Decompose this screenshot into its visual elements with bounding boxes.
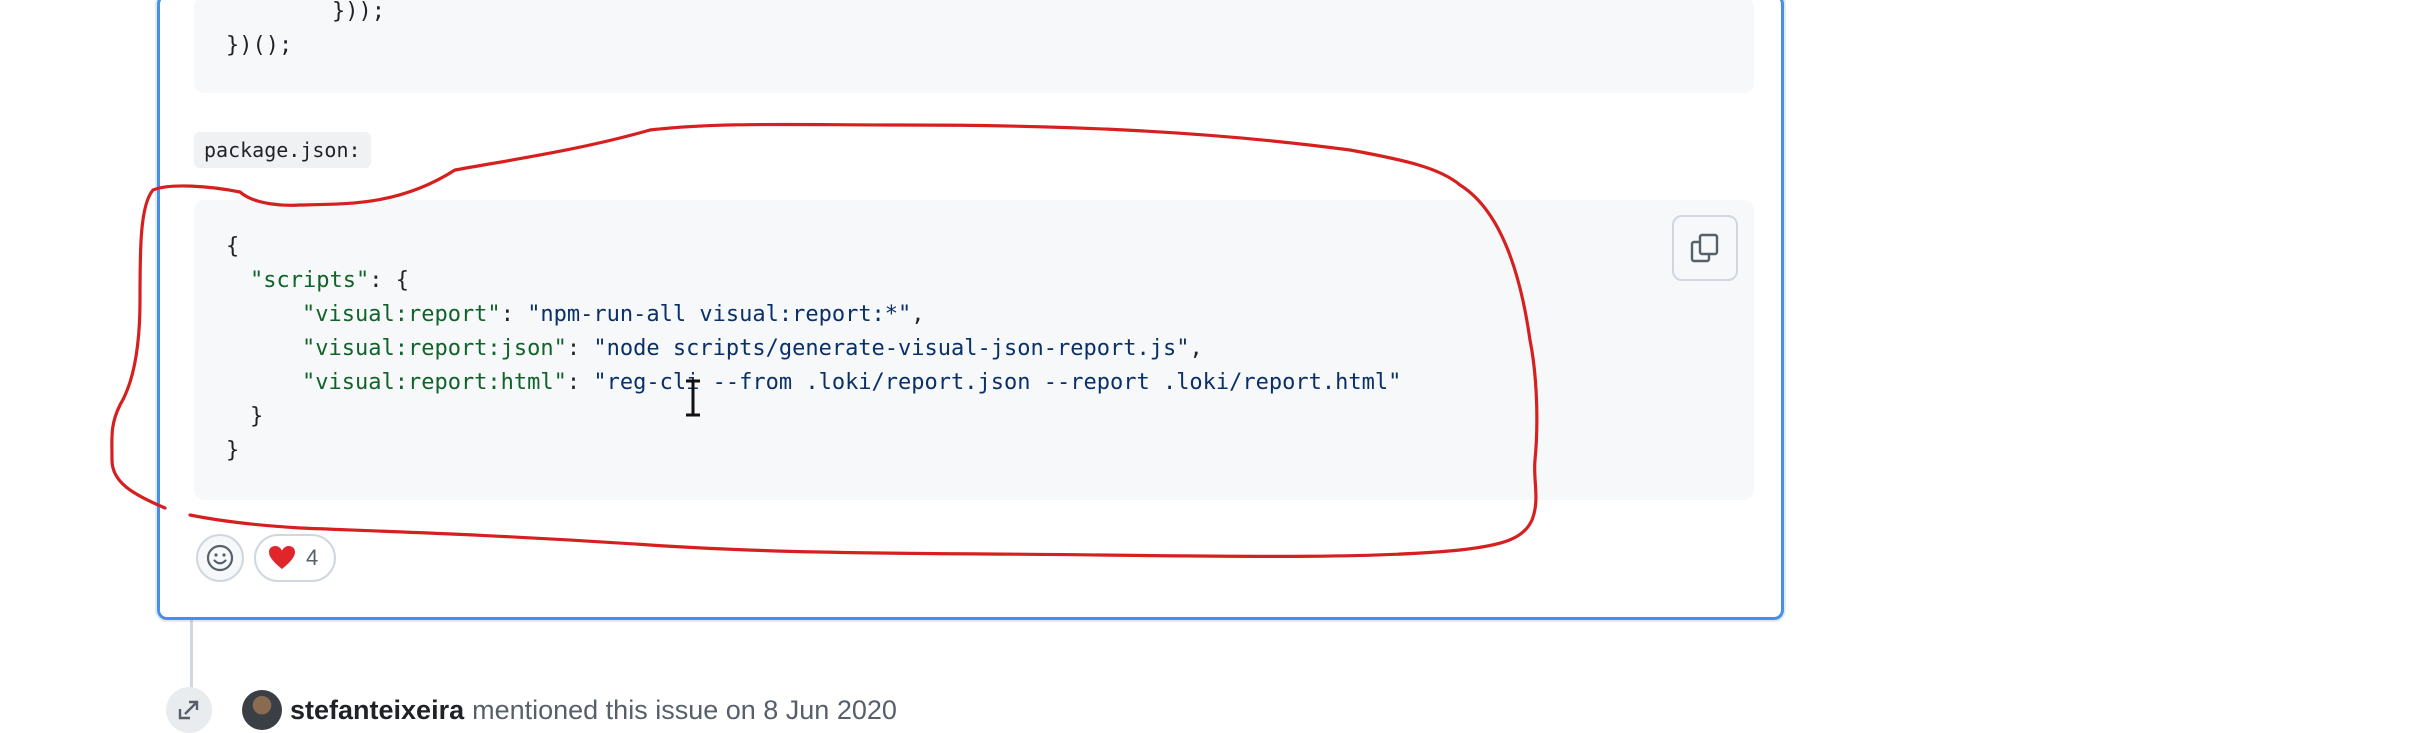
code-line: "scripts": { — [250, 268, 409, 293]
timeline-event: stefanteixeira mentioned this issue on 8… — [166, 687, 897, 733]
reactions-bar: 4 — [196, 534, 337, 582]
smiley-icon — [206, 544, 234, 572]
copy-button[interactable] — [1672, 215, 1738, 281]
copy-icon — [1690, 233, 1719, 263]
code-line: } — [226, 438, 240, 463]
event-user-link[interactable]: stefanteixeira — [290, 695, 464, 726]
code-line: })(); — [226, 33, 293, 58]
code-line: "visual:report": "npm-run-all visual:rep… — [302, 302, 925, 327]
cross-reference-icon — [166, 687, 212, 733]
code-line: })); — [226, 0, 385, 24]
event-text: mentioned this issue on 8 Jun 2020 — [472, 694, 897, 725]
code-line: "visual:report:html": "reg-cli --from .l… — [302, 370, 1402, 395]
code-block-package-json: { "scripts": { "visual:report": "npm-run… — [194, 200, 1754, 500]
avatar[interactable] — [242, 690, 282, 730]
heart-icon — [269, 546, 295, 569]
filename-label: package.json: — [194, 132, 371, 168]
code-line: } — [250, 404, 264, 429]
heart-reaction-count: 4 — [306, 545, 319, 570]
code-line: { — [226, 234, 240, 259]
code-block-previous: })); })(); — [194, 0, 1754, 93]
timeline-line — [190, 620, 193, 690]
heart-reaction-button[interactable]: 4 — [254, 534, 337, 582]
add-reaction-button[interactable] — [196, 534, 244, 582]
code-line: "visual:report:json": "node scripts/gene… — [302, 336, 1203, 361]
comment-card: })); })(); package.json: { "scripts": { … — [157, 0, 1784, 620]
text-cursor-icon — [686, 379, 700, 417]
